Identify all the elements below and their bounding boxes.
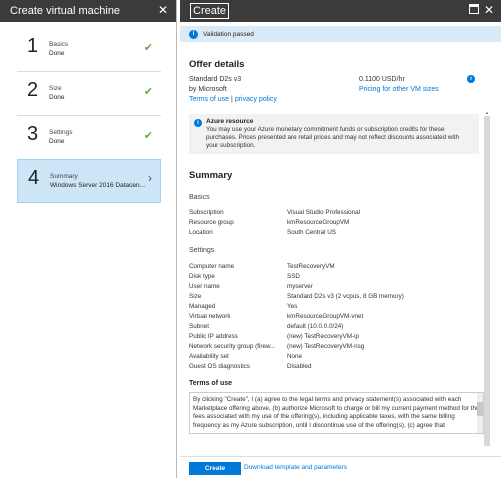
info-icon: i	[189, 29, 198, 39]
summary-label: Resource group	[189, 219, 234, 226]
pricing-link[interactable]: Pricing for other VM sizes	[359, 86, 439, 93]
summary-value: kmResourceGroupVM-vnet	[287, 313, 364, 320]
offer-heading: Offer details	[189, 59, 245, 70]
step-label: Settings	[49, 129, 73, 136]
step-status: Done	[49, 94, 65, 101]
summary-label: Virtual network	[189, 313, 231, 320]
notice-title: Azure resource	[206, 118, 254, 125]
terms-text: By clicking "Create", I (a) agree to the…	[193, 396, 480, 429]
basics-heading: Basics	[189, 194, 210, 201]
create-vm-blade: Create virtual machine ✕ 1 Basics Done ✔…	[0, 0, 177, 478]
summary-heading: Summary	[189, 170, 233, 181]
step-basics[interactable]: 1 Basics Done ✔	[17, 28, 161, 72]
step-status: Done	[49, 138, 65, 145]
summary-label: Network security group (firew...	[189, 343, 276, 350]
summary-value: SSD	[287, 273, 300, 280]
summary-label: Availability set	[189, 353, 229, 360]
offer-links: Terms of use | privacy policy	[189, 96, 277, 103]
info-icon: i	[194, 119, 202, 127]
terms-of-use-link[interactable]: Terms of use	[189, 96, 229, 103]
terms-textarea[interactable]: By clicking "Create", I (a) agree to the…	[189, 392, 484, 434]
create-blade: Create ✕ i Validation passed Offer detai…	[180, 0, 501, 478]
summary-label: Managed	[189, 303, 216, 310]
summary-value: Visual Studio Professional	[287, 209, 361, 216]
link-separator: |	[231, 96, 233, 103]
create-button[interactable]: Create	[189, 462, 241, 475]
summary-label: Guest OS diagnostics	[189, 363, 250, 370]
step-size[interactable]: 2 Size Done ✔	[17, 72, 161, 116]
step-settings[interactable]: 3 Settings Done ✔	[17, 116, 161, 160]
summary-value: Yes	[287, 303, 298, 310]
validation-banner: i Validation passed	[180, 26, 501, 42]
offer-name: Standard D2s v3	[189, 76, 242, 83]
summary-label: User name	[189, 283, 220, 290]
terms-heading: Terms of use	[189, 380, 233, 387]
summary-label: Disk type	[189, 273, 215, 280]
checkmark-icon: ✔	[143, 42, 153, 54]
summary-label: Public IP address	[189, 333, 238, 340]
blade-footer: Create Download template and parameters	[180, 456, 501, 478]
step-label: Summary	[50, 173, 78, 180]
terms-scrollbar[interactable]	[477, 393, 483, 433]
step-status: Windows Server 2016 Datacen...	[50, 182, 146, 189]
blade-header: Create ✕	[180, 0, 501, 22]
close-icon[interactable]: ✕	[156, 3, 170, 17]
step-label: Basics	[49, 41, 69, 48]
summary-value: (new) TestRecoveryVM-nsg	[287, 343, 365, 350]
summary-label: Subnet	[189, 323, 209, 330]
privacy-policy-link[interactable]: privacy policy	[235, 96, 277, 103]
summary-value: myserver	[287, 283, 313, 290]
summary-value: None	[287, 353, 303, 360]
step-label: Size	[49, 85, 62, 92]
summary-value: Standard D2s v3 (2 vcpus, 8 GB memory)	[287, 293, 404, 300]
chevron-right-icon: ›	[148, 171, 152, 185]
blade-header: Create virtual machine ✕	[0, 0, 176, 22]
summary-value: default (10.0.0.0/24)	[287, 323, 344, 330]
checkmark-icon: ✔	[143, 86, 153, 98]
step-number: 3	[27, 123, 39, 145]
maximize-icon[interactable]	[469, 4, 479, 14]
download-template-link[interactable]: Download template and parameters	[244, 464, 347, 471]
summary-value: Disabled	[287, 363, 312, 370]
scroll-up-arrow-icon[interactable]: ▲	[485, 110, 489, 115]
blade-content: Offer details Standard D2s v3 by Microso…	[180, 46, 501, 456]
summary-value: South Central US	[287, 229, 337, 236]
validation-message: Validation passed	[203, 30, 254, 38]
content-scrollbar[interactable]	[484, 116, 490, 446]
step-number: 2	[27, 79, 39, 101]
summary-value: kmResourceGroupVM	[287, 219, 350, 226]
summary-label: Computer name	[189, 263, 235, 270]
notice-body: You may use your Azure monetary commitme…	[206, 126, 460, 149]
info-icon[interactable]: i	[467, 75, 475, 83]
summary-value: TestRecoveryVM	[287, 263, 335, 270]
offer-price: 0.1100 USD/hr	[359, 76, 405, 83]
step-status: Done	[49, 50, 65, 57]
azure-resource-notice: i Azure resource You may use your Azure …	[189, 114, 479, 154]
step-number: 4	[28, 167, 40, 189]
step-summary[interactable]: 4 Summary Windows Server 2016 Datacen...…	[17, 159, 161, 203]
summary-label: Location	[189, 229, 213, 236]
blade-title: Create	[190, 3, 230, 19]
summary-value: (new) TestRecoveryVM-ip	[287, 333, 359, 340]
summary-label: Subscription	[189, 209, 224, 216]
summary-label: Size	[189, 293, 202, 300]
close-icon[interactable]: ✕	[483, 3, 495, 17]
step-number: 1	[27, 35, 39, 57]
blade-title: Create virtual machine	[10, 5, 121, 17]
settings-heading: Settings	[189, 247, 215, 254]
offer-publisher: by Microsoft	[189, 86, 227, 93]
checkmark-icon: ✔	[143, 130, 153, 142]
